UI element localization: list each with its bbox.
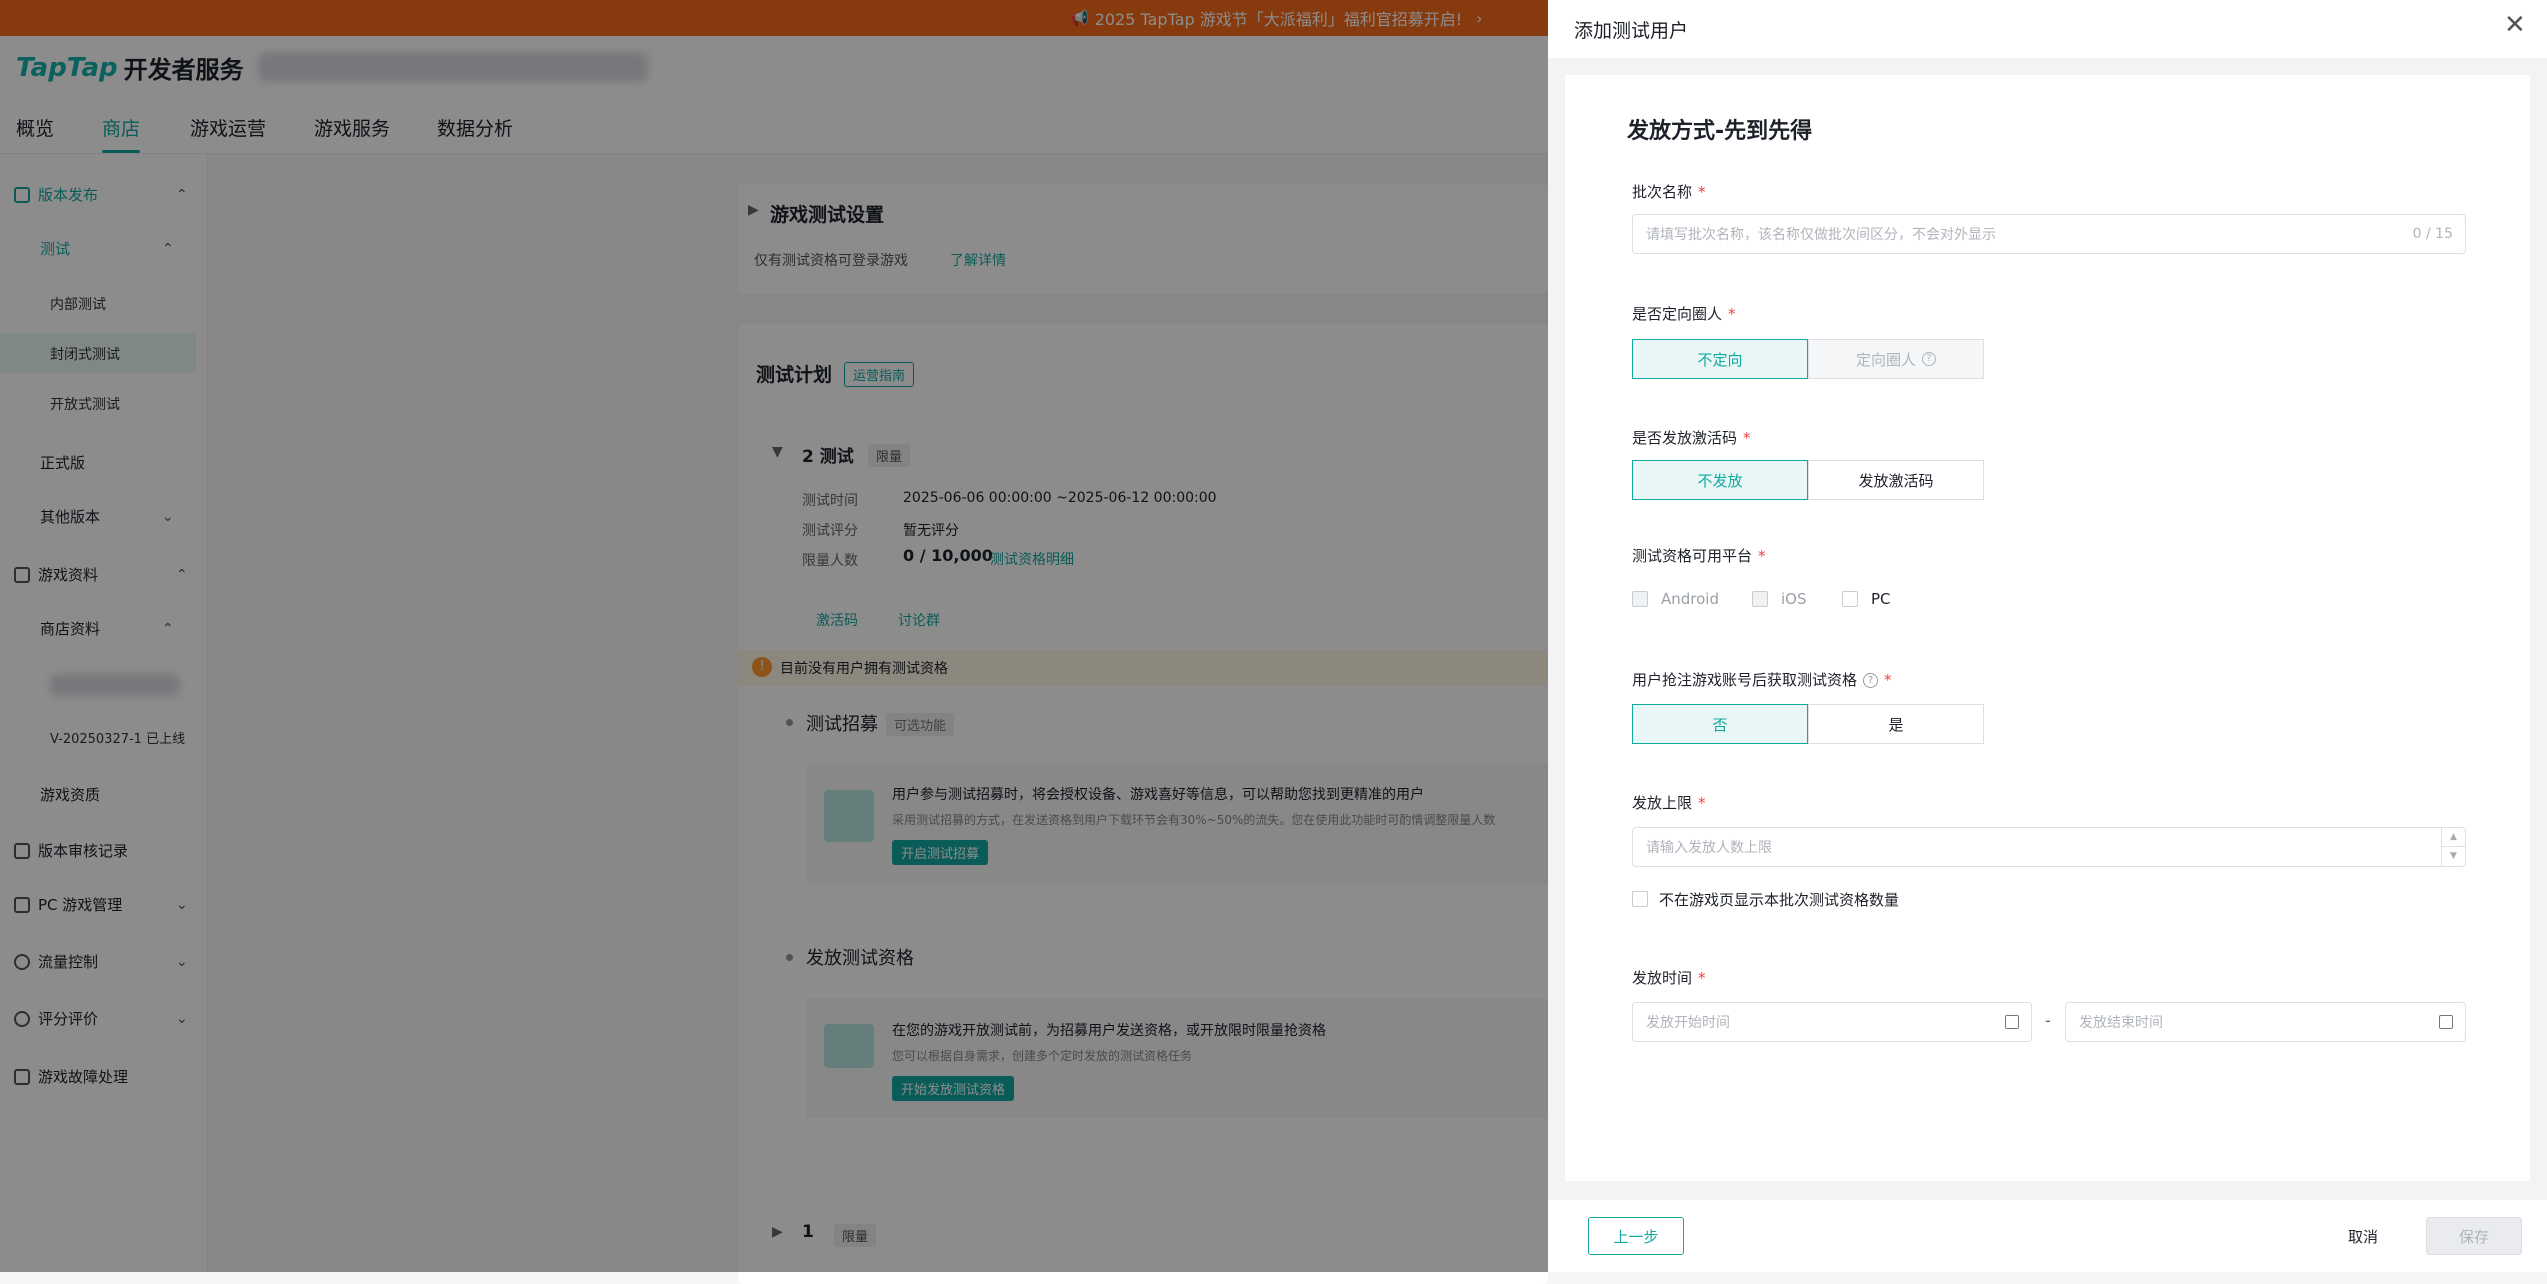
limit-placeholder: 请输入发放人数上限 [1646,840,1772,856]
required-mark: * [1728,305,1736,323]
required-mark: * [1884,671,1892,689]
required-mark: * [1758,547,1766,565]
required-mark: * [1698,794,1706,812]
time-label: 发放时间 * [1632,967,1706,988]
calendar-icon [2005,1015,2019,1029]
follow-label-text: 用户抢注游戏账号后获取测试资格 [1632,671,1858,689]
code-label: 是否发放激活码 * [1632,427,1751,448]
batch-label-text: 批次名称 [1632,183,1693,201]
hide-count-label: 不在游戏页显示本批次测试资格数量 [1659,891,1900,909]
help-icon: ? [1863,673,1879,688]
limit-number-input[interactable]: 请输入发放人数上限 ▲ ▼ [1632,827,2466,867]
android-label: Android [1661,590,1719,608]
untargeted-option[interactable]: 不定向 [1632,339,1808,379]
drawer-title: 添加测试用户 [1574,20,1689,42]
batch-label: 批次名称 * [1632,181,1706,202]
issue-code-option[interactable]: 发放激活码 [1808,460,1984,500]
follow-no-option[interactable]: 否 [1632,704,1808,744]
platform-label-text: 测试资格可用平台 [1632,547,1753,565]
cancel-button[interactable]: 取消 [2348,1226,2378,1247]
ios-checkbox[interactable] [1752,591,1768,607]
time-label-text: 发放时间 [1632,969,1693,987]
follow-yes-option[interactable]: 是 [1808,704,1984,744]
calendar-icon [2439,1015,2453,1029]
code-label-text: 是否发放激活码 [1632,429,1738,447]
limit-label-text: 发放上限 [1632,794,1693,812]
drawer-header: 添加测试用户 ✕ [1548,0,2547,58]
required-mark: * [1698,183,1706,201]
number-stepper[interactable]: ▲ ▼ [2441,828,2465,866]
help-icon: ? [1922,352,1936,366]
modal-overlay[interactable] [0,0,1548,1272]
targeted-option[interactable]: 定向圈人 ? [1808,339,1984,379]
drawer-form: 发放方式-先到先得 批次名称 * 请填写批次名称，该名称仅做批次间区分，不会对外显… [1565,75,2530,1181]
previous-step-button[interactable]: 上一步 [1588,1217,1684,1255]
android-checkbox[interactable] [1632,591,1648,607]
follow-label: 用户抢注游戏账号后获取测试资格? * [1632,669,1892,690]
drawer-footer: 上一步 取消 保存 [1548,1200,2547,1272]
target-label-text: 是否定向圈人 [1632,305,1723,323]
hide-count-checkbox[interactable] [1632,891,1648,907]
batch-char-count: 0 / 15 [2412,226,2453,242]
close-icon[interactable]: ✕ [2504,10,2526,40]
add-test-user-drawer: 添加测试用户 ✕ 发放方式-先到先得 批次名称 * 请填写批次名称，该名称仅做批次… [1548,0,2547,1272]
pc-label: PC [1871,590,1891,608]
no-code-option[interactable]: 不发放 [1632,460,1808,500]
save-button[interactable]: 保存 [2426,1217,2522,1255]
range-separator: - [2045,1011,2051,1030]
targeted-option-label: 定向圈人 [1855,350,1916,369]
batch-name-input[interactable]: 请填写批次名称，该名称仅做批次间区分，不会对外显示 0 / 15 [1632,214,2466,254]
batch-placeholder: 请填写批次名称，该名称仅做批次间区分，不会对外显示 [1646,227,1996,243]
required-mark: * [1743,429,1751,447]
end-placeholder: 发放结束时间 [2079,1015,2163,1031]
pc-checkbox[interactable] [1842,591,1858,607]
limit-label: 发放上限 * [1632,792,1706,813]
start-time-input[interactable]: 发放开始时间 [1632,1002,2032,1042]
stepper-down-icon[interactable]: ▼ [2442,847,2465,865]
target-label: 是否定向圈人 * [1632,303,1736,324]
platform-label: 测试资格可用平台 * [1632,545,1766,566]
stepper-up-icon[interactable]: ▲ [2442,828,2465,847]
required-mark: * [1698,969,1706,987]
start-placeholder: 发放开始时间 [1646,1015,1730,1031]
end-time-input[interactable]: 发放结束时间 [2065,1002,2466,1042]
form-title: 发放方式-先到先得 [1627,119,1813,144]
ios-label: iOS [1781,590,1807,608]
